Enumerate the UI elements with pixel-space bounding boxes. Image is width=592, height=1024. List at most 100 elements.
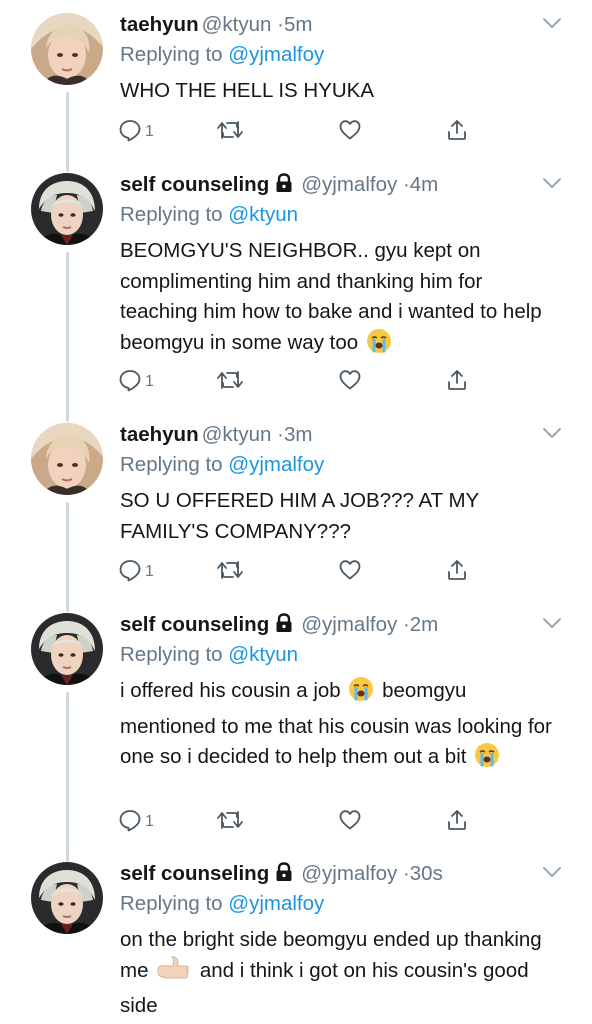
timestamp[interactable]: 2m <box>410 613 438 636</box>
chevron-down-icon[interactable] <box>542 616 562 634</box>
retweet-icon <box>216 808 244 837</box>
replying-to: Replying to @yjmalfoy <box>120 450 324 480</box>
reply-count: 1 <box>145 373 154 390</box>
chevron-down-icon[interactable] <box>542 426 562 444</box>
retweet-button[interactable] <box>216 367 244 397</box>
separator-dot: · <box>402 862 410 885</box>
tweet[interactable]: taehyun @ktyun ·3m Replying to @yjmalfoy … <box>0 410 592 610</box>
replying-to: Replying to @ktyun <box>120 640 298 670</box>
user-handle[interactable]: @ktyun <box>202 423 272 446</box>
replying-to-link[interactable]: @ktyun <box>228 203 298 226</box>
separator-dot: · <box>402 613 410 636</box>
share-icon <box>445 808 469 837</box>
timestamp[interactable]: 4m <box>410 173 438 196</box>
replying-to-label: Replying to <box>120 453 229 476</box>
tweet[interactable]: self counseling @yjmalfoy ·2m Replying to… <box>0 600 592 860</box>
share-button[interactable] <box>445 557 469 587</box>
timestamp[interactable]: 5m <box>284 13 312 36</box>
reply-button[interactable]: 1 <box>118 367 154 397</box>
retweet-button[interactable] <box>216 117 244 147</box>
replying-to: Replying to @yjmalfoy <box>120 889 324 919</box>
user-handle[interactable]: @yjmalfoy <box>301 862 397 885</box>
avatar[interactable] <box>31 13 103 85</box>
tweet[interactable]: self counseling @yjmalfoy ·4m Replying to… <box>0 160 592 420</box>
display-name[interactable]: self counseling <box>120 173 269 196</box>
user-handle[interactable]: @yjmalfoy <box>301 613 397 636</box>
avatar[interactable] <box>31 423 103 495</box>
avatar[interactable] <box>31 862 103 934</box>
tweet-text-part: BEOMGYU'S NEIGHBOR.. gyu kept on complim… <box>120 239 542 354</box>
reply-icon <box>118 808 142 837</box>
display-name[interactable]: taehyun <box>120 13 199 36</box>
replying-to-link[interactable]: @ktyun <box>228 643 298 666</box>
retweet-icon <box>216 368 244 397</box>
tweet-text: on the bright side beomgyu ended up than… <box>120 925 560 1022</box>
chevron-down-icon[interactable] <box>542 865 562 883</box>
tweet-header: self counseling @yjmalfoy ·4m <box>120 170 542 200</box>
tweet-text-part: WHO THE HELL IS HYUKA <box>120 79 375 102</box>
reply-button[interactable]: 1 <box>118 807 154 837</box>
loudly-crying-face-emoji <box>474 742 500 778</box>
avatar[interactable] <box>31 613 103 685</box>
replying-to-link[interactable]: @yjmalfoy <box>228 43 324 66</box>
share-icon <box>445 118 469 147</box>
tweet-text: WHO THE HELL IS HYUKA <box>120 76 560 107</box>
tweet-text-part: SO U OFFERED HIM A JOB??? AT MY FAMILY'S… <box>120 489 479 543</box>
heart-icon <box>338 118 362 147</box>
share-button[interactable] <box>445 807 469 837</box>
reply-button[interactable]: 1 <box>118 117 154 147</box>
reply-icon <box>118 558 142 587</box>
tweet-header: taehyun @ktyun ·3m <box>120 420 542 450</box>
chevron-down-icon[interactable] <box>542 16 562 34</box>
tweet-actions: 1 <box>118 807 478 837</box>
tweet-header: self counseling @yjmalfoy ·2m <box>120 610 542 640</box>
share-button[interactable] <box>445 117 469 147</box>
tweet-text-part: i offered his cousin a job <box>120 679 347 702</box>
display-name[interactable]: self counseling <box>120 613 269 636</box>
user-handle[interactable]: @ktyun <box>202 13 272 36</box>
replying-to-label: Replying to <box>120 643 229 666</box>
chevron-down-icon[interactable] <box>542 176 562 194</box>
share-icon <box>445 558 469 587</box>
separator-dot: · <box>277 423 284 446</box>
share-icon <box>445 368 469 397</box>
tweet-header: taehyun @ktyun ·5m <box>120 10 542 40</box>
like-button[interactable] <box>338 117 362 147</box>
loudly-crying-face-emoji <box>366 328 392 364</box>
reply-button[interactable]: 1 <box>118 557 154 587</box>
timestamp[interactable]: 30s <box>410 862 443 885</box>
separator-dot: · <box>277 13 284 36</box>
replying-to-label: Replying to <box>120 43 229 66</box>
separator-dot: · <box>402 173 410 196</box>
like-button[interactable] <box>338 557 362 587</box>
like-button[interactable] <box>338 807 362 837</box>
timestamp[interactable]: 3m <box>284 423 312 446</box>
heart-icon <box>338 368 362 397</box>
lock-icon <box>274 861 294 891</box>
replying-to-link[interactable]: @yjmalfoy <box>228 453 324 476</box>
replying-to-label: Replying to <box>120 203 229 226</box>
thumbs-up-emoji <box>156 955 192 992</box>
retweet-button[interactable] <box>216 557 244 587</box>
tweet-thread: taehyun @ktyun ·5m Replying to @yjmalfoy … <box>0 0 592 1024</box>
tweet-actions: 1 <box>118 117 478 147</box>
tweet-actions: 1 <box>118 367 478 397</box>
lock-icon <box>274 172 294 202</box>
avatar[interactable] <box>31 173 103 245</box>
replying-to: Replying to @yjmalfoy <box>120 40 324 70</box>
share-button[interactable] <box>445 367 469 397</box>
heart-icon <box>338 808 362 837</box>
display-name[interactable]: self counseling <box>120 862 269 885</box>
replying-to: Replying to @ktyun <box>120 200 298 230</box>
retweet-icon <box>216 118 244 147</box>
tweet-header: self counseling @yjmalfoy ·30s <box>120 859 542 889</box>
display-name[interactable]: taehyun <box>120 423 199 446</box>
lock-icon <box>274 612 294 642</box>
user-handle[interactable]: @yjmalfoy <box>301 173 397 196</box>
reply-count: 1 <box>145 563 154 580</box>
tweet[interactable]: self counseling @yjmalfoy ·30s Replying t… <box>0 849 592 1024</box>
retweet-button[interactable] <box>216 807 244 837</box>
tweet[interactable]: taehyun @ktyun ·5m Replying to @yjmalfoy … <box>0 0 592 170</box>
replying-to-link[interactable]: @yjmalfoy <box>228 892 324 915</box>
like-button[interactable] <box>338 367 362 397</box>
